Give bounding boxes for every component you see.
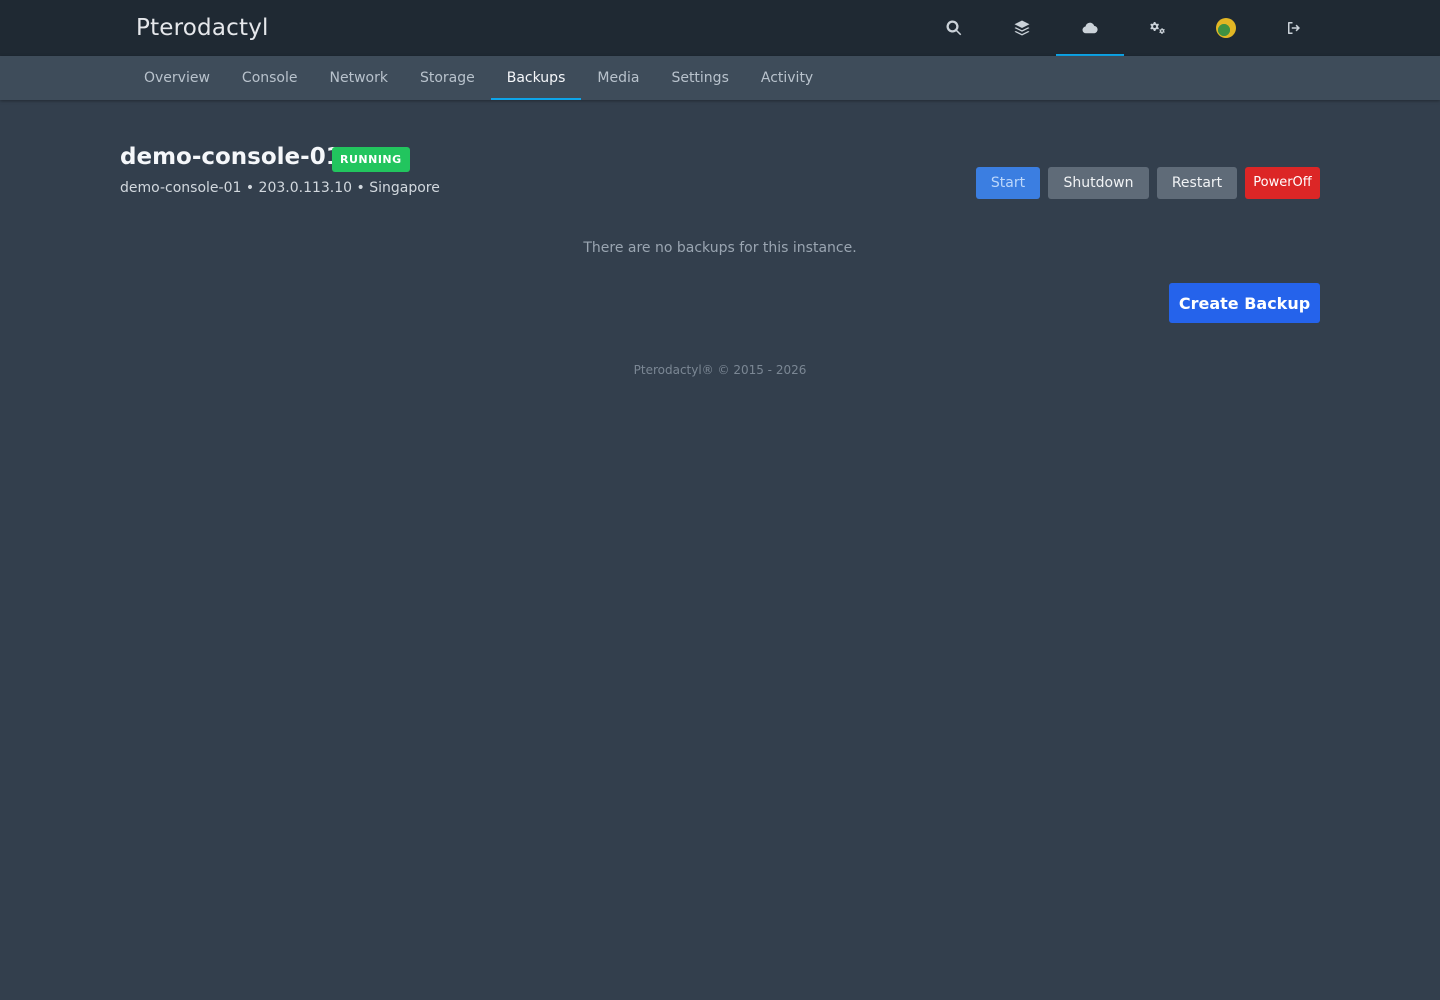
create-backup-button[interactable]: Create Backup xyxy=(1169,283,1320,323)
servers-button[interactable] xyxy=(988,0,1056,56)
top-nav-icons xyxy=(920,0,1328,56)
tab-backups[interactable]: Backups xyxy=(490,56,582,100)
tab-media[interactable]: Media xyxy=(581,56,655,100)
power-off-label-line1: Power xyxy=(1253,174,1293,190)
tab-storage[interactable]: Storage xyxy=(404,56,491,100)
search-icon xyxy=(946,20,962,36)
power-off-label-line2: Off xyxy=(1292,174,1312,190)
status-badge: RUNNING xyxy=(332,147,410,172)
cloud-icon xyxy=(1082,22,1098,34)
brand-logo-text[interactable]: Pterodactyl xyxy=(136,0,269,56)
avatar xyxy=(1216,18,1236,38)
restart-button[interactable]: Restart xyxy=(1157,167,1237,199)
search-button[interactable] xyxy=(920,0,988,56)
server-subnav: Overview Console Network Storage Backups… xyxy=(0,56,1440,100)
tab-network[interactable]: Network xyxy=(314,56,404,100)
top-navbar: Pterodactyl xyxy=(0,0,1440,56)
tab-overview[interactable]: Overview xyxy=(128,56,226,100)
layers-icon xyxy=(1014,20,1030,36)
account-button[interactable] xyxy=(1192,0,1260,56)
start-button[interactable]: Start xyxy=(976,167,1040,199)
logout-icon xyxy=(1288,22,1300,34)
admin-settings-button[interactable] xyxy=(1124,0,1192,56)
cloud-button[interactable] xyxy=(1056,0,1124,56)
tab-settings[interactable]: Settings xyxy=(655,56,744,100)
server-meta: demo-console-01 • 203.0.113.10 • Singapo… xyxy=(120,180,440,196)
tab-activity[interactable]: Activity xyxy=(745,56,829,100)
power-off-button[interactable]: Power Off xyxy=(1245,167,1320,199)
empty-backups-message: There are no backups for this instance. xyxy=(583,240,857,256)
gears-icon xyxy=(1150,22,1165,34)
footer-copyright: Pterodactyl® © 2015 - 2026 xyxy=(633,363,807,377)
server-name: demo-console-01 xyxy=(120,144,342,170)
logout-button[interactable] xyxy=(1260,0,1328,56)
tab-console[interactable]: Console xyxy=(226,56,314,100)
shutdown-button[interactable]: Shutdown xyxy=(1048,167,1149,199)
